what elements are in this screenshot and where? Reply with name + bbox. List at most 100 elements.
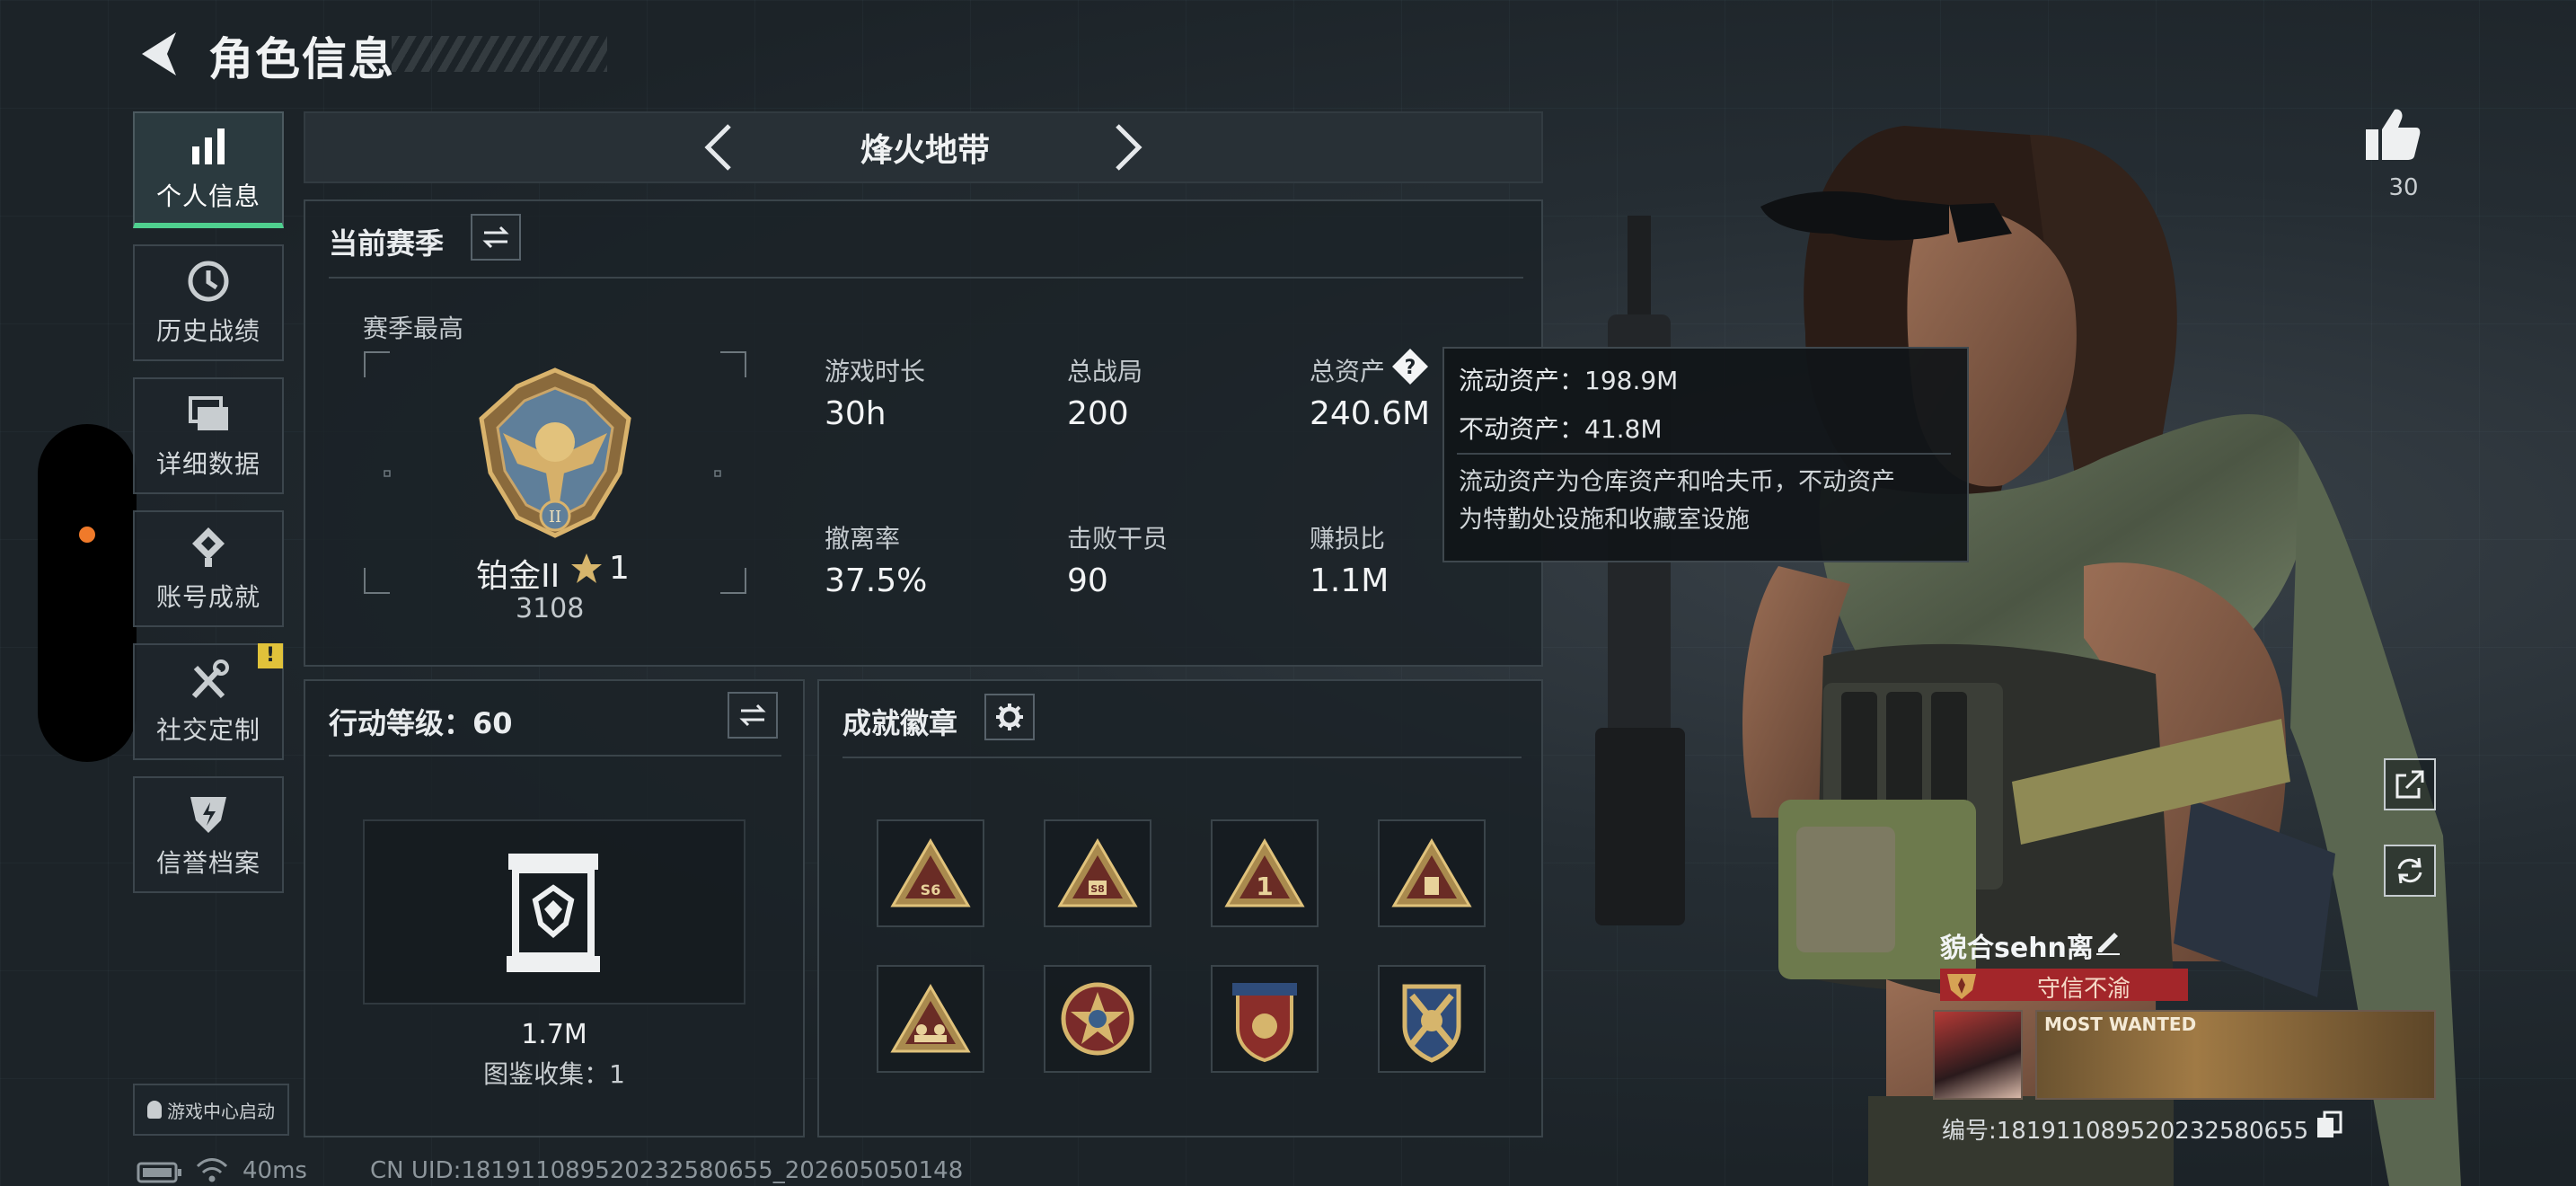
crossed-shield-badge-icon xyxy=(1402,984,1461,1063)
tooltip-fixed-assets: 不动资产：41.8M xyxy=(1459,414,1663,444)
rotate-button[interactable] xyxy=(2384,845,2436,897)
copy-icon[interactable] xyxy=(2316,1111,2342,1139)
svg-text:?: ? xyxy=(1405,357,1416,379)
nav-label: 账号成就 xyxy=(155,582,260,612)
previous-mode-arrow-icon[interactable] xyxy=(701,120,737,174)
thumbs-up-icon[interactable] xyxy=(2364,106,2422,162)
bar-chart-icon xyxy=(192,128,225,164)
credit-shield-icon xyxy=(190,797,226,833)
achievement-icon xyxy=(192,527,225,567)
penguin-icon xyxy=(147,1101,162,1119)
level-switch-button[interactable] xyxy=(728,692,778,739)
badge-slot[interactable] xyxy=(1044,965,1151,1073)
gear-icon xyxy=(996,704,1023,730)
star-icon xyxy=(571,553,602,583)
stat-label-total-assets: 总资产 xyxy=(1310,357,1386,386)
svg-text:S8: S8 xyxy=(1090,883,1105,895)
game-center-label: 游戏中心启动 xyxy=(167,1100,275,1122)
collection-value: 1.7M xyxy=(521,1019,587,1050)
badge-slot[interactable] xyxy=(1378,965,1486,1073)
back-arrow-icon[interactable] xyxy=(133,27,183,81)
nav-label: 社交定制 xyxy=(155,715,260,745)
stat-value-total-assets: 240.6M xyxy=(1310,395,1431,432)
team-triangle-badge-icon xyxy=(890,984,971,1053)
badge-divider xyxy=(842,757,1522,758)
rank-name: 铂金II xyxy=(476,558,560,595)
level-panel-title: 行动等级：60 xyxy=(329,706,513,740)
badge-panel-title: 成就徽章 xyxy=(842,706,958,740)
rank-stars: 1 xyxy=(609,550,630,587)
badge-slot[interactable]: S6 xyxy=(877,819,984,927)
star-round-badge-icon xyxy=(1061,982,1134,1056)
season-switch-button[interactable] xyxy=(471,214,521,261)
tooltip-divider xyxy=(1457,453,1951,455)
avatar[interactable] xyxy=(1933,1010,2023,1100)
nav-item-detailed-data[interactable]: 详细数据 xyxy=(133,377,284,494)
wifi-icon xyxy=(196,1158,228,1182)
edit-pencil-icon[interactable] xyxy=(2093,925,2123,956)
title-decoration xyxy=(392,36,607,72)
stat-value-operators-defeated: 90 xyxy=(1067,562,1108,599)
next-mode-arrow-icon[interactable] xyxy=(1110,120,1146,174)
svg-text:1: 1 xyxy=(1256,872,1273,901)
nav-label: 个人信息 xyxy=(155,181,260,211)
honor-tag-text: 守信不渝 xyxy=(2036,976,2130,1003)
battery-icon xyxy=(137,1162,181,1183)
badge-slot[interactable]: 1 xyxy=(1211,819,1319,927)
badge-slot[interactable] xyxy=(1378,819,1486,927)
badge-slot[interactable] xyxy=(1211,965,1319,1073)
stat-value-profit-ratio: 1.1M xyxy=(1310,562,1389,599)
history-clock-icon xyxy=(188,261,229,302)
stat-value-extraction-rate: 37.5% xyxy=(825,562,928,599)
season-best-label: 赛季最高 xyxy=(363,314,464,343)
level-divider xyxy=(329,755,781,757)
rank-score: 3108 xyxy=(516,593,585,624)
collection-label: 图鉴收集：1 xyxy=(483,1059,625,1089)
side-drawer-handle[interactable] xyxy=(38,424,137,762)
nav-item-achievements[interactable]: 账号成就 xyxy=(133,510,284,627)
stat-label-operators-defeated: 击败干员 xyxy=(1067,524,1169,553)
nav-label: 信誉档案 xyxy=(155,848,260,878)
nav-item-personal-info[interactable]: 个人信息 xyxy=(133,111,284,228)
refresh-icon xyxy=(2397,857,2422,884)
stat-label-playtime: 游戏时长 xyxy=(825,357,926,386)
tooltip-note-line2: 为特勤处设施和收藏室设施 xyxy=(1459,506,1750,534)
season-divider xyxy=(329,277,1523,279)
page-title: 角色信息 xyxy=(208,33,395,85)
ping-text: 40ms xyxy=(243,1157,307,1184)
stat-label-total-matches: 总战局 xyxy=(1067,357,1143,386)
tooltip-liquid-assets: 流动资产：198.9M xyxy=(1459,366,1679,395)
nav-label: 历史战绩 xyxy=(155,316,260,346)
uid-text: CN UID:181911089520232580655_20260505014… xyxy=(370,1157,964,1184)
stat-value-playtime: 30h xyxy=(825,395,887,432)
season-panel-title: 当前赛季 xyxy=(329,226,445,261)
game-center-launch-button[interactable]: 游戏中心启动 xyxy=(133,1084,289,1136)
s6-triangle-badge-icon: S6 xyxy=(890,838,971,907)
help-icon[interactable]: ? xyxy=(1390,347,1430,386)
like-count: 30 xyxy=(2388,174,2419,201)
honor-emblem-icon xyxy=(1947,974,1976,999)
svg-text:S6: S6 xyxy=(921,881,941,898)
mode-title: 烽火地带 xyxy=(860,132,990,169)
share-button[interactable] xyxy=(2384,758,2436,810)
share-icon xyxy=(2395,770,2424,799)
svg-text:II: II xyxy=(549,508,561,527)
nav-item-credit-record[interactable]: 信誉档案 xyxy=(133,776,284,893)
badge-slot[interactable]: S8 xyxy=(1044,819,1151,927)
notification-badge: ! xyxy=(258,643,283,668)
collection-display-case-icon xyxy=(507,854,600,972)
tooltip-note-line1: 流动资产为仓库资产和哈夫币，不动资产 xyxy=(1459,468,1895,496)
s8-triangle-badge-icon: S8 xyxy=(1057,838,1138,907)
nav-item-history[interactable]: 历史战绩 xyxy=(133,244,284,361)
badge-settings-button[interactable] xyxy=(984,694,1035,740)
supply-triangle-badge-icon xyxy=(1391,838,1472,907)
notification-dot xyxy=(79,527,95,543)
folders-icon xyxy=(189,396,228,430)
number-one-triangle-badge-icon: 1 xyxy=(1224,838,1305,907)
player-id: 编号:181911089520232580655 xyxy=(1942,1118,2309,1145)
swap-icon xyxy=(482,226,509,249)
badge-slot[interactable] xyxy=(877,965,984,1073)
stat-label-extraction-rate: 撤离率 xyxy=(825,524,901,553)
swap-icon xyxy=(739,704,766,727)
player-name: 貌合sehn离 xyxy=(1940,933,2094,964)
